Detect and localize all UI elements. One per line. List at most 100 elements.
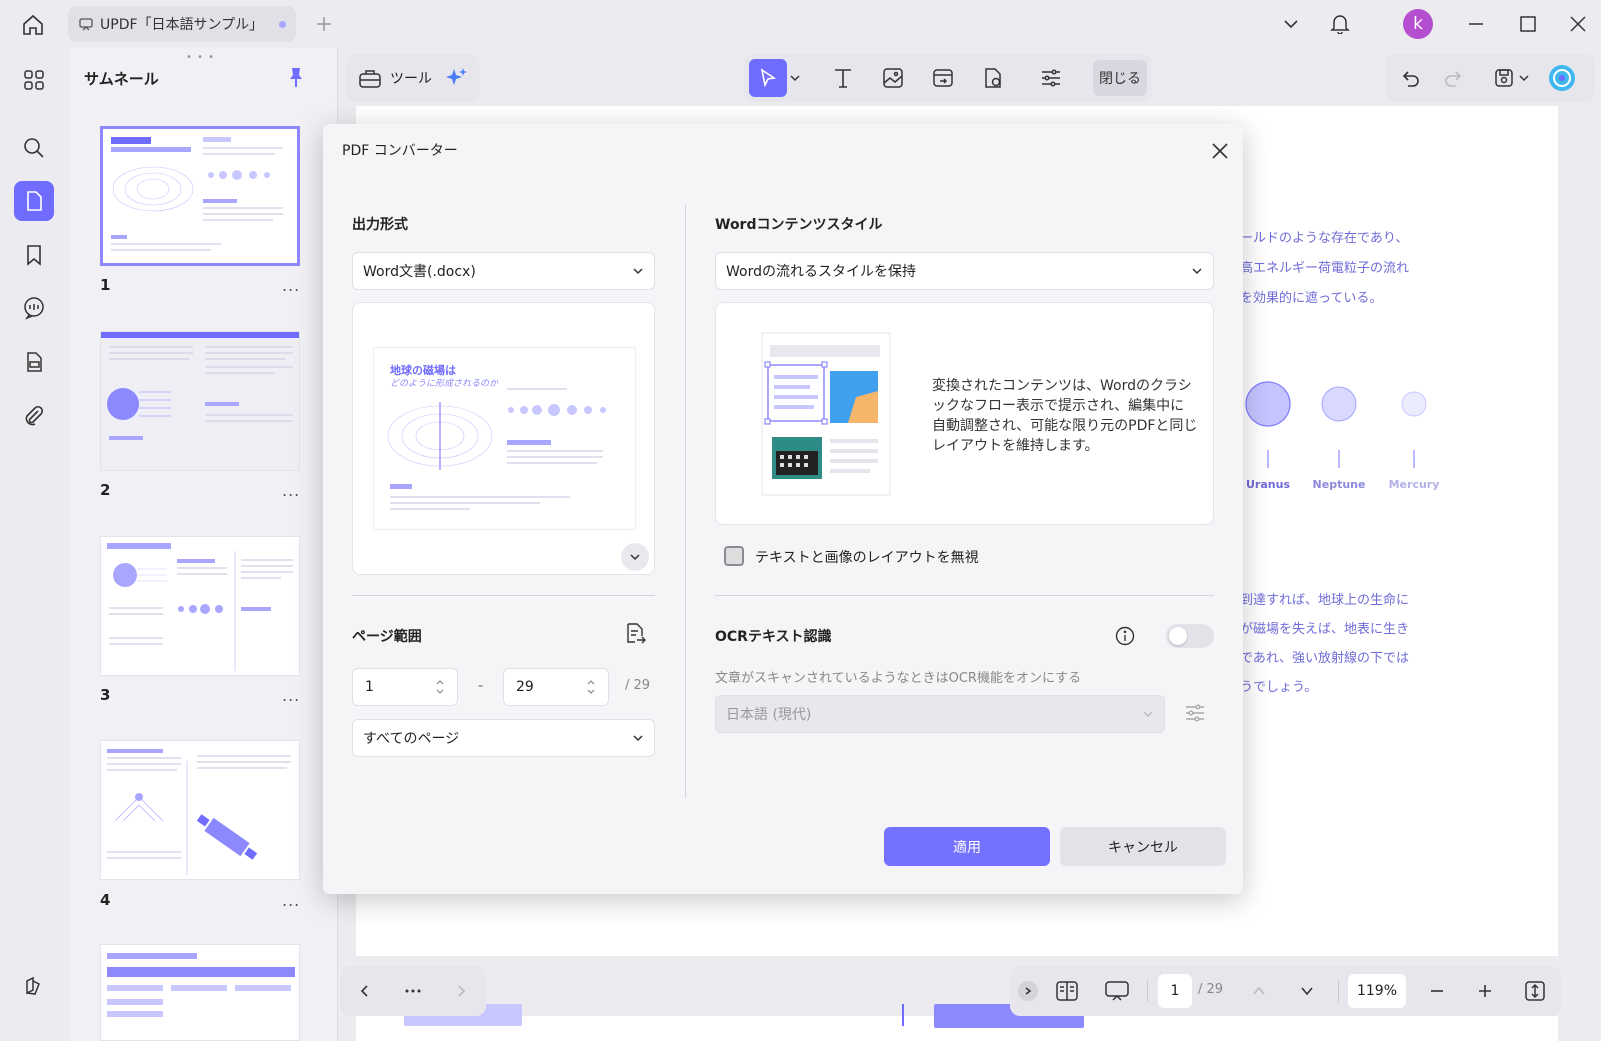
section-divider	[352, 595, 655, 596]
previous-arrow-icon[interactable]	[348, 975, 382, 1007]
page-range-select[interactable]: すべてのページ	[352, 719, 655, 757]
search-icon[interactable]	[14, 128, 54, 168]
attachment-icon[interactable]	[14, 396, 54, 436]
thumbnail-page-3[interactable]	[100, 536, 300, 676]
document-line: ールドのような存在であり、	[1240, 231, 1409, 246]
grid-icon[interactable]	[14, 60, 54, 100]
ocr-label: OCRテキスト認識	[715, 629, 832, 645]
ocr-language-value: 日本語 (現代)	[726, 707, 812, 723]
range-to-value: 29	[516, 679, 534, 695]
zoom-level-input[interactable]: 119%	[1348, 974, 1406, 1008]
select-cursor-icon[interactable]	[749, 59, 787, 97]
close-edit-button[interactable]: 閉じる	[1093, 60, 1147, 96]
preview-page: 地球の磁場は どのように形成されるのか	[374, 348, 635, 529]
ocr-language-select[interactable]: 日本語 (現代)	[715, 695, 1165, 733]
page-up-chevron-icon[interactable]	[1242, 975, 1276, 1007]
home-icon[interactable]	[18, 10, 48, 40]
document-line: が磁場を失えば、地表に生き	[1240, 622, 1410, 637]
thumbnail-page-2[interactable]	[100, 331, 300, 471]
range-total: / 29	[625, 678, 651, 693]
ai-sparkle-icon[interactable]	[440, 62, 474, 94]
pin-icon[interactable]	[286, 66, 306, 88]
user-avatar[interactable]: k	[1403, 9, 1433, 39]
link-tool-icon[interactable]	[926, 62, 960, 94]
minimize-icon[interactable]	[1460, 8, 1492, 40]
tabs-dropdown-chevron-icon[interactable]	[1275, 8, 1307, 40]
document-line: であれ、強い放射線の下では	[1240, 651, 1410, 666]
expand-arrow-icon[interactable]	[1018, 981, 1038, 1001]
ai-assistant-icon[interactable]	[1545, 62, 1579, 94]
document-tab-title: UPDF「日本語サンプル」	[100, 17, 264, 33]
layers-icon[interactable]	[14, 966, 54, 1006]
maximize-icon[interactable]	[1512, 8, 1544, 40]
info-icon[interactable]	[1115, 626, 1135, 646]
tools-button[interactable]: ツール	[354, 62, 436, 94]
page-layout-icon[interactable]	[1050, 975, 1084, 1007]
word-style-select[interactable]: Wordの流れるスタイルを保持	[715, 252, 1214, 290]
range-to-stepper-icon[interactable]	[586, 678, 596, 696]
thumbnail-more-button[interactable]: ...	[282, 481, 300, 500]
thumbnail-more-button[interactable]: ...	[282, 276, 300, 295]
ocr-hint: 文章がスキャンされているようなときはOCR機能をオンにする	[715, 671, 1082, 686]
fit-page-icon[interactable]	[1518, 975, 1552, 1007]
edit-tools-group: 閉じる	[744, 54, 1152, 102]
zoom-out-icon[interactable]	[1420, 975, 1454, 1007]
thumbnail-more-button[interactable]: ...	[282, 891, 300, 910]
notification-bell-icon[interactable]	[1324, 7, 1356, 39]
select-dropdown-chevron-icon[interactable]	[786, 62, 804, 94]
toolbox-icon	[358, 67, 382, 89]
document-line: を効果的に遮っている。	[1240, 291, 1383, 306]
ocr-settings-icon[interactable]	[1183, 701, 1207, 725]
page-icon[interactable]	[14, 181, 54, 221]
page-down-chevron-icon[interactable]	[1290, 975, 1324, 1007]
panel-drag-handle[interactable]: • • •	[186, 52, 215, 63]
planet-label-neptune: Neptune	[1312, 478, 1366, 491]
new-tab-plus-icon[interactable]	[310, 10, 338, 38]
apply-button[interactable]: 適用	[884, 827, 1050, 866]
bookmark-icon[interactable]	[14, 235, 54, 275]
format-preview-card: 地球の磁場は どのように形成されるのか	[352, 302, 655, 575]
range-from-stepper-icon[interactable]	[435, 678, 445, 696]
ignore-layout-checkbox[interactable]	[724, 546, 744, 566]
comment-icon[interactable]	[14, 288, 54, 328]
next-arrow-icon[interactable]	[444, 975, 478, 1007]
page-range-swap-icon[interactable]	[623, 622, 647, 646]
page-range-option: すべてのページ	[363, 731, 460, 747]
undo-icon[interactable]	[1393, 62, 1427, 94]
presentation-icon[interactable]	[1100, 975, 1134, 1007]
thumbnail-page-1[interactable]	[100, 126, 300, 266]
redo-icon[interactable]	[1437, 62, 1471, 94]
chevron-down-icon	[1142, 708, 1154, 720]
view-controls-group: 1 / 29 119%	[1010, 966, 1561, 1016]
text-tool-icon[interactable]	[826, 62, 860, 94]
thumbnail-number: 3	[100, 686, 111, 704]
preview-expand-chevron-icon[interactable]	[621, 543, 649, 571]
page-number-input[interactable]: 1	[1158, 974, 1192, 1008]
ocr-toggle[interactable]	[1166, 624, 1214, 648]
document-line: うでしょう。	[1240, 680, 1318, 695]
thumbnail-number: 4	[100, 891, 111, 909]
range-to-input[interactable]: 29	[503, 668, 609, 706]
image-tool-icon[interactable]	[876, 62, 910, 94]
save-dropdown-chevron-icon[interactable]	[1515, 62, 1533, 94]
dialog-close-icon[interactable]	[1205, 136, 1235, 166]
thumbnail-page-5[interactable]	[100, 944, 300, 1041]
more-dots-icon[interactable]	[396, 975, 430, 1007]
form-icon[interactable]	[14, 342, 54, 382]
adjust-settings-icon[interactable]	[1034, 62, 1068, 94]
dialog-title: PDF コンバーター	[342, 143, 458, 159]
output-format-select[interactable]: Word文書(.docx)	[352, 252, 655, 290]
output-format-label: 出力形式	[352, 217, 408, 233]
range-from-input[interactable]: 1	[352, 668, 458, 706]
cancel-button[interactable]: キャンセル	[1060, 827, 1226, 866]
zoom-in-icon[interactable]	[1468, 975, 1502, 1007]
thumbnail-number: 1	[100, 276, 111, 294]
page-nav-group	[340, 966, 486, 1016]
watermark-tool-icon[interactable]	[976, 62, 1010, 94]
close-window-icon[interactable]	[1562, 8, 1594, 40]
left-rail	[0, 48, 68, 1041]
range-from-value: 1	[365, 679, 374, 695]
thumbnail-more-button[interactable]: ...	[282, 686, 300, 705]
thumbnail-page-4[interactable]	[100, 740, 300, 880]
document-tab[interactable]: UPDF「日本語サンプル」	[68, 6, 296, 42]
